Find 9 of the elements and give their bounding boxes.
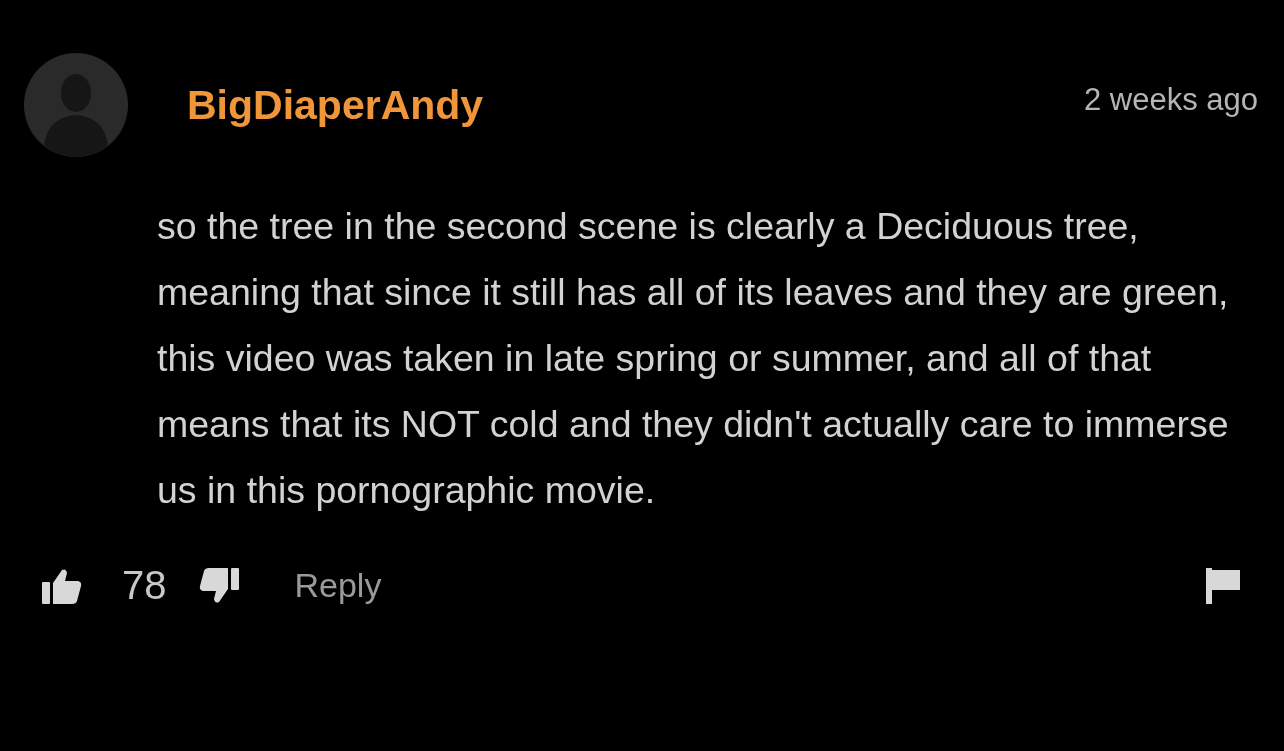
comment-time: 2 weeks ago [1083, 82, 1258, 118]
reply-button[interactable]: Reply [294, 566, 382, 605]
like-count: 78 [122, 563, 167, 608]
username[interactable]: BigDiaperAndy [187, 81, 484, 129]
thumbs-up-icon[interactable] [42, 567, 82, 604]
thumbs-down-icon[interactable] [198, 567, 239, 604]
comment-text: so the tree in the second scene is clearly a Deciduous tree, meaning that since it still has all of its leaves and they are green, this video was taken in late spring or summer, and all of that means that its NOT cold and they didn't actually care to immerse us in this pornographic movie. [157, 204, 1230, 513]
flag-icon[interactable] [1206, 567, 1240, 604]
avatar-icon [24, 53, 128, 157]
